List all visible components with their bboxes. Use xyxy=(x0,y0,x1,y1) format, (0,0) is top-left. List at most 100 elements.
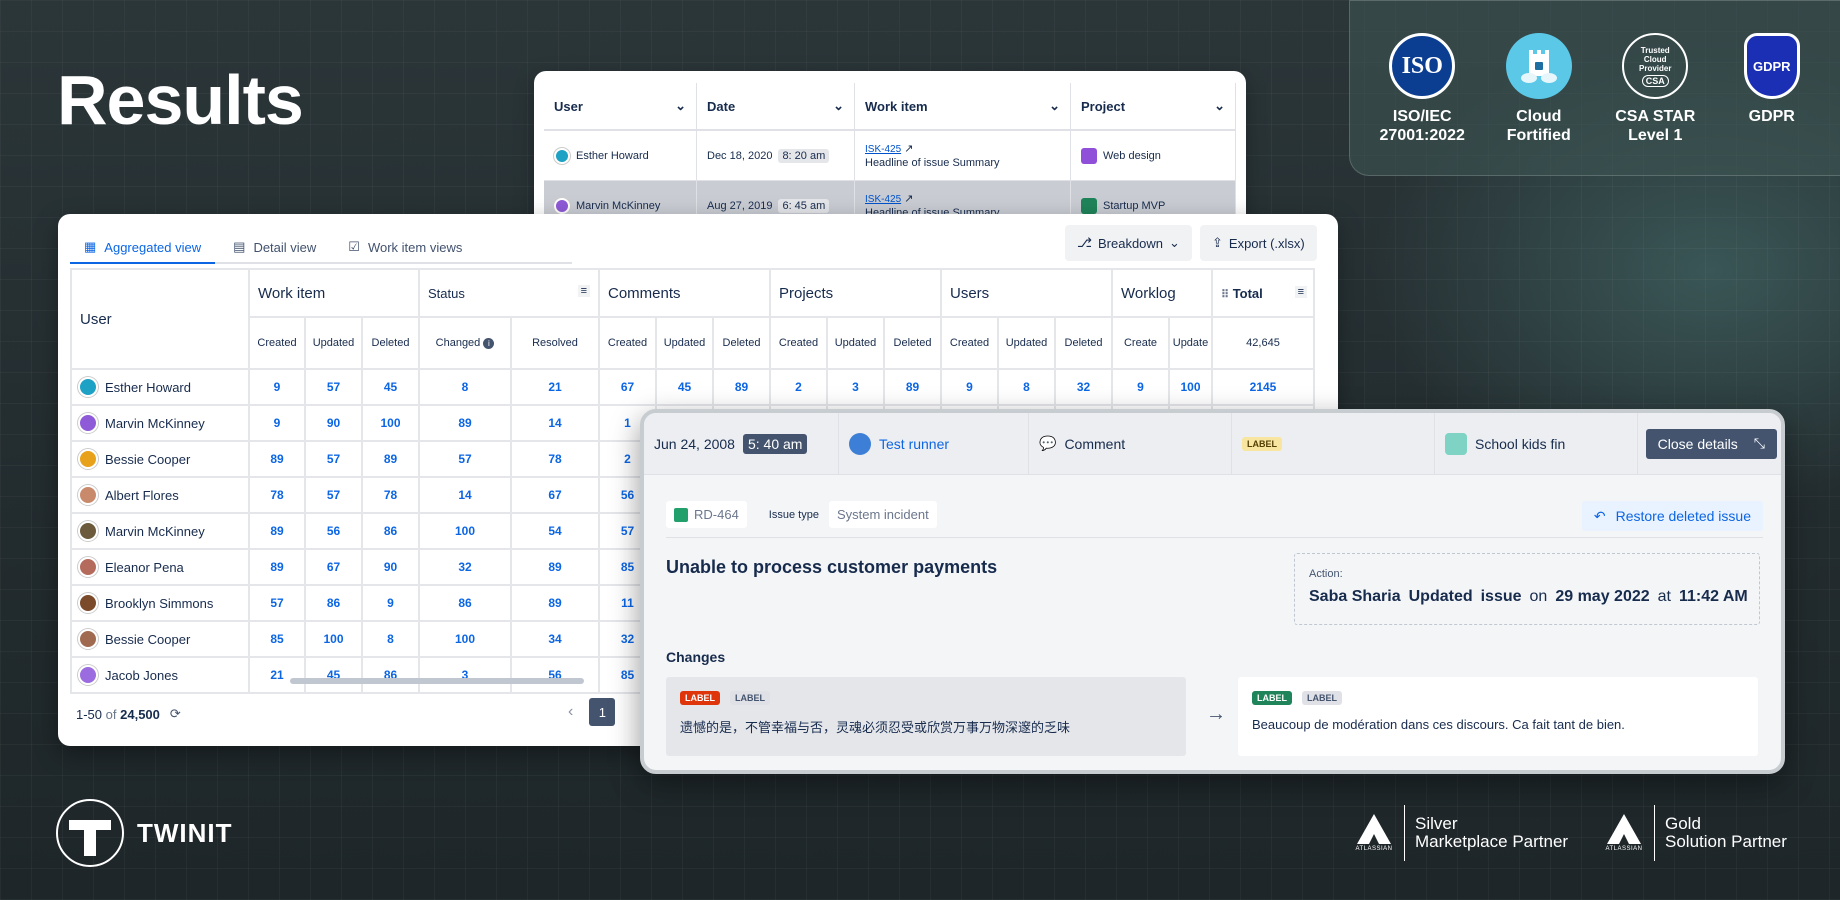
metric-cell[interactable]: 86 xyxy=(304,584,363,622)
column-header-work-item[interactable]: Work item ⌄ xyxy=(855,83,1071,129)
metric-cell[interactable]: 9 xyxy=(940,368,999,406)
metric-cell[interactable]: 32 xyxy=(418,548,512,586)
metric-cell[interactable]: 57 xyxy=(304,368,363,406)
project-icon xyxy=(1081,197,1097,214)
avatar xyxy=(78,665,98,685)
metric-cell[interactable]: 21 xyxy=(510,368,600,406)
metric-cell[interactable]: 57 xyxy=(248,584,306,622)
metric-cell[interactable]: 9 xyxy=(248,368,306,406)
metric-cell[interactable]: 9 xyxy=(1111,368,1170,406)
avatar xyxy=(78,629,98,649)
metric-cell[interactable]: 100 xyxy=(361,404,420,442)
tab-work-item-views[interactable]: ☑ Work item views xyxy=(334,232,476,262)
cert-label: CSA STAR Level 1 xyxy=(1615,108,1696,144)
external-link-icon[interactable]: ↗ xyxy=(904,143,913,155)
metric-cell[interactable]: 57 xyxy=(418,440,512,478)
metric-cell[interactable]: 3 xyxy=(418,656,512,694)
metric-cell[interactable]: 2 xyxy=(769,368,828,406)
metric-cell[interactable]: 100 xyxy=(418,620,512,658)
horizontal-scrollbar[interactable] xyxy=(290,678,584,684)
metric-cell[interactable]: 8 xyxy=(418,368,512,406)
metric-cell[interactable]: 14 xyxy=(510,404,600,442)
metric-cell[interactable]: 90 xyxy=(361,548,420,586)
metric-cell[interactable]: 9 xyxy=(248,404,306,442)
metric-cell[interactable]: 89 xyxy=(361,440,420,478)
filter-icon[interactable]: ≡ xyxy=(577,284,590,297)
metric-cell[interactable]: 89 xyxy=(248,512,306,550)
group-header-status: Status ≡ xyxy=(418,268,600,318)
drag-handle-icon[interactable]: ⠿ xyxy=(1221,289,1229,301)
metric-cell[interactable]: 9 xyxy=(361,584,420,622)
info-icon[interactable]: i xyxy=(483,338,495,349)
refresh-icon[interactable]: ⟳ xyxy=(170,706,181,722)
metric-cell[interactable]: 8 xyxy=(997,368,1056,406)
metric-cell[interactable]: 89 xyxy=(248,548,306,586)
metric-cell[interactable]: 67 xyxy=(304,548,363,586)
cert-label: Cloud Fortified xyxy=(1506,108,1571,144)
cert-label: GDPR xyxy=(1748,108,1795,125)
table-row[interactable]: Esther Howard 9 57 45 8 21 67 45 89 2 3 89 9 8 32 9 100 2… xyxy=(70,368,1315,406)
metric-cell[interactable]: 85 xyxy=(248,620,306,658)
metric-cell[interactable]: 89 xyxy=(510,584,600,622)
metric-cell[interactable]: 14 xyxy=(418,476,512,514)
metric-cell[interactable]: 89 xyxy=(712,368,771,406)
metric-cell[interactable]: 100 xyxy=(1168,368,1213,406)
metric-cell[interactable]: 78 xyxy=(248,476,306,514)
column-header-user[interactable]: User ⌄ xyxy=(544,83,697,129)
user-column-header[interactable]: User xyxy=(70,268,250,370)
metric-cell[interactable]: 21 xyxy=(248,656,306,694)
close-details-button[interactable]: Close details ⤡ xyxy=(1645,428,1777,459)
metric-cell[interactable]: 90 xyxy=(304,404,363,442)
metric-cell[interactable]: 45 xyxy=(655,368,714,406)
metric-cell[interactable]: 86 xyxy=(361,512,420,550)
table-row[interactable]: Esther Howard Dec 18, 2020 8: 20 am ISK-4… xyxy=(544,131,1236,181)
metric-cell[interactable]: 78 xyxy=(361,476,420,514)
metric-cell[interactable]: 89 xyxy=(510,548,600,586)
export-button[interactable]: ⇪ Export (.xlsx) xyxy=(1200,225,1317,261)
metric-cell[interactable]: 67 xyxy=(510,476,600,514)
column-header-project[interactable]: Project ⌄ xyxy=(1071,83,1236,129)
breakdown-button[interactable]: ⎇ Breakdown ⌄ xyxy=(1065,225,1192,261)
metric-cell[interactable]: 56 xyxy=(510,656,600,694)
twinit-logo: TWINIT xyxy=(55,798,233,868)
metric-cell[interactable]: 57 xyxy=(304,476,363,514)
metric-cell[interactable]: 54 xyxy=(510,512,600,550)
tab-detail-view[interactable]: ▤ Detail view xyxy=(219,232,330,262)
metric-cell[interactable]: 57 xyxy=(304,440,363,478)
issue-key[interactable]: RD-464 xyxy=(666,501,747,528)
metric-cell[interactable]: 56 xyxy=(304,512,363,550)
page-button[interactable]: 1 xyxy=(589,698,616,726)
project-avatar-icon xyxy=(1445,432,1467,455)
issue-type-field[interactable]: System incident xyxy=(828,501,937,528)
filter-icon[interactable]: ≡ xyxy=(1294,285,1307,298)
metric-cell[interactable]: 67 xyxy=(598,368,657,406)
avatar xyxy=(78,449,98,469)
metric-cell[interactable]: 2145 xyxy=(1211,368,1315,406)
restore-deleted-issue-button[interactable]: ↶ Restore deleted issue xyxy=(1581,501,1763,531)
metric-cell[interactable]: 89 xyxy=(248,440,306,478)
metric-cell[interactable]: 3 xyxy=(826,368,885,406)
external-link-icon[interactable]: ↗ xyxy=(904,193,913,205)
runner-link[interactable]: Test runner xyxy=(879,436,949,452)
issue-key-link[interactable]: ISK-425 xyxy=(865,194,901,205)
metric-cell[interactable]: 100 xyxy=(418,512,512,550)
group-header-worklog: Worklog xyxy=(1111,268,1213,318)
metric-cell[interactable]: 86 xyxy=(361,656,420,694)
metric-cell[interactable]: 78 xyxy=(510,440,600,478)
metric-cell[interactable]: 100 xyxy=(304,620,363,658)
metric-cell[interactable]: 89 xyxy=(883,368,942,406)
avatar xyxy=(78,521,98,541)
column-header-date[interactable]: Date ⌄ xyxy=(697,83,855,129)
metric-cell[interactable]: 32 xyxy=(1054,368,1113,406)
chevron-left-icon[interactable]: ‹ xyxy=(568,703,573,721)
issue-key-link[interactable]: ISK-425 xyxy=(865,144,901,155)
metric-cell[interactable]: 34 xyxy=(510,620,600,658)
metric-cell[interactable]: 45 xyxy=(361,368,420,406)
tab-aggregated-view[interactable]: ▦ Aggregated view xyxy=(70,232,216,264)
metric-cell[interactable]: 86 xyxy=(418,584,512,622)
group-header-total: ⠿ Total ≡ xyxy=(1211,268,1315,318)
metric-cell[interactable]: 89 xyxy=(418,404,512,442)
metric-cell[interactable]: 8 xyxy=(361,620,420,658)
metric-cell[interactable]: 45 xyxy=(304,656,363,694)
label-tag: LABEL xyxy=(1242,436,1282,451)
